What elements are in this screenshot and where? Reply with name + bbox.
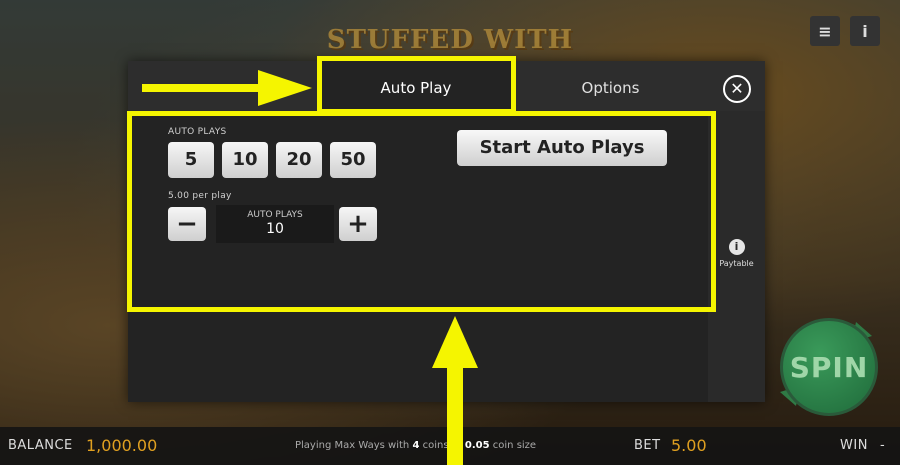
info-circle-icon: i xyxy=(728,239,745,255)
coins-value: 4 xyxy=(412,440,420,451)
balance-label: BALANCE xyxy=(8,438,73,453)
bet-value: 5.00 xyxy=(671,436,707,455)
close-icon[interactable]: ✕ xyxy=(723,75,751,103)
spin-button[interactable]: SPIN xyxy=(772,302,880,420)
paytable-label: Paytable xyxy=(719,259,754,268)
paytable-button[interactable]: i Paytable xyxy=(708,239,765,268)
top-right-controls: ≡ i xyxy=(810,16,880,46)
hamburger-icon[interactable]: ≡ xyxy=(810,16,840,46)
tab-options[interactable]: Options xyxy=(548,61,673,111)
status-bar: BALANCE 1,000.00 Playing Max Ways with 4… xyxy=(0,427,900,465)
coin-size-suffix: coin size xyxy=(492,440,537,451)
playing-info: Playing Max Ways with 4 coins @ 0.05 coi… xyxy=(295,427,536,465)
coin-size-value: 0.05 xyxy=(464,440,490,451)
playing-prefix: Playing Max Ways with xyxy=(295,440,410,451)
highlight-box-tab xyxy=(317,56,516,114)
game-logo: STUFFED WITH WINS xyxy=(326,25,574,95)
info-icon[interactable]: i xyxy=(850,16,880,46)
highlight-box-panel xyxy=(127,111,716,312)
spin-label: SPIN xyxy=(780,318,878,416)
win-value: - xyxy=(880,438,886,453)
bet-label: BET xyxy=(634,438,661,453)
balance-value: 1,000.00 xyxy=(86,436,158,455)
coins-suffix: coins @ xyxy=(422,440,462,451)
win-label: WIN xyxy=(840,438,868,453)
